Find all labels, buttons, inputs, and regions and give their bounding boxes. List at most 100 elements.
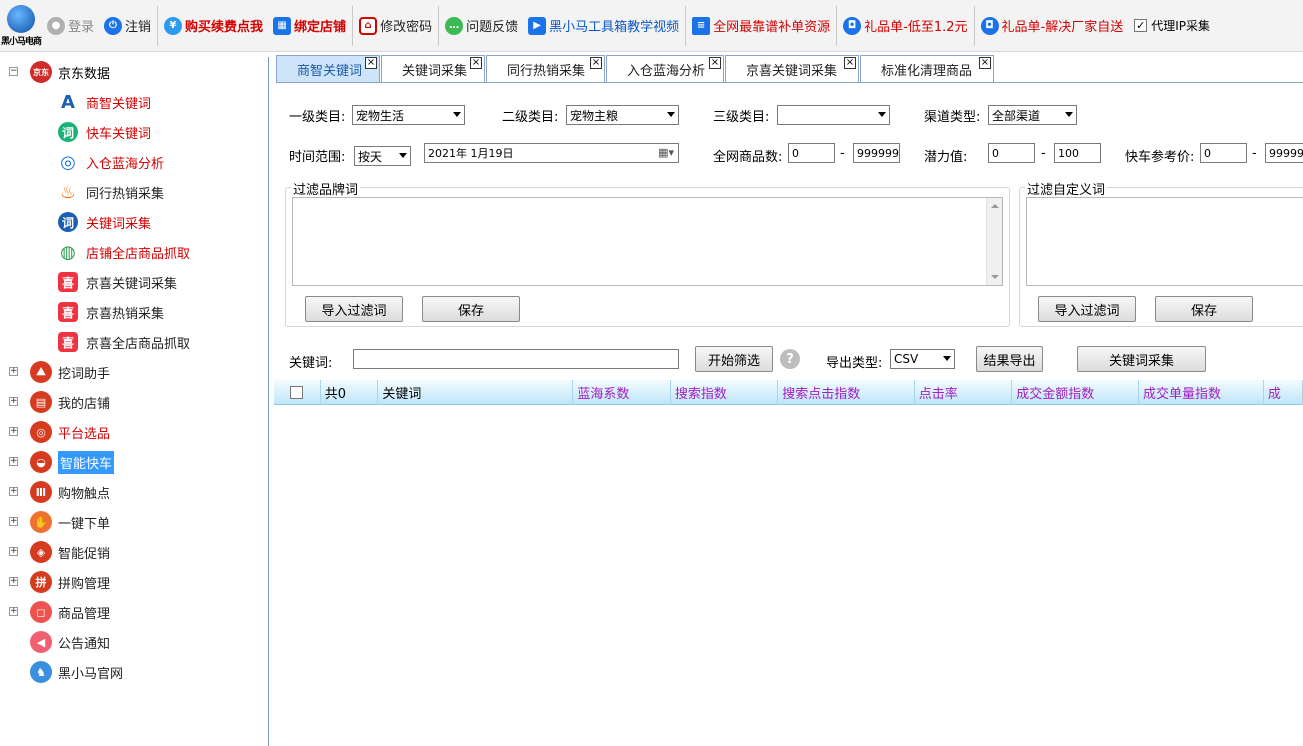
proxy-ip-checkbox[interactable]: ✓: [1134, 19, 1148, 32]
tutorial-video-button[interactable]: ▶ 黑小马工具箱教学视频: [523, 6, 684, 46]
level3-category-label: 三级类目:: [713, 110, 770, 125]
tree-item-globe[interactable]: ◍ 店铺全店商品抓取: [58, 239, 190, 265]
tree-node-shovel[interactable]: + ⛰ 挖词助手: [9, 359, 110, 385]
tree-node-bars[interactable]: + Ⅲ 购物触点: [9, 479, 110, 505]
custom-import-button[interactable]: 导入过滤词: [1038, 296, 1136, 322]
gift-icon: ◘: [980, 16, 999, 35]
column-header[interactable]: 搜索指数: [671, 380, 779, 405]
close-icon[interactable]: ×: [470, 57, 482, 69]
expand-toggle[interactable]: +: [9, 487, 18, 496]
brand-import-button[interactable]: 导入过滤词: [305, 296, 403, 322]
level1-category-select[interactable]: 宠物生活: [352, 105, 465, 125]
expand-toggle[interactable]: +: [9, 397, 18, 406]
tree-item-keyword[interactable]: 词快车关键词: [58, 119, 151, 145]
goods-max-input[interactable]: 9999999: [853, 143, 900, 163]
close-icon[interactable]: ×: [365, 57, 377, 69]
tab-3[interactable]: 入仓蓝海分析 ×: [606, 55, 724, 83]
tree-node-hand[interactable]: + ✋ 一键下单: [9, 509, 110, 535]
proxy-ip-toggle[interactable]: ✓ 代理IP采集: [1134, 17, 1210, 34]
logout-button[interactable]: ⏻ 注销: [99, 6, 156, 46]
column-header[interactable]: 蓝海系数: [573, 380, 671, 405]
expand-toggle[interactable]: +: [9, 547, 18, 556]
expand-toggle[interactable]: +: [9, 367, 18, 376]
tab-1[interactable]: 关键词采集 ×: [381, 55, 485, 83]
expand-toggle[interactable]: +: [9, 517, 18, 526]
bind-store-button[interactable]: ▦ 绑定店铺: [268, 6, 351, 46]
tab-2[interactable]: 同行热销采集 ×: [486, 55, 605, 83]
start-filter-button[interactable]: 开始筛选: [695, 346, 773, 372]
tree-node-car[interactable]: + ◒ 智能快车: [9, 449, 115, 475]
close-icon[interactable]: ×: [709, 57, 721, 69]
expand-toggle[interactable]: +: [9, 457, 18, 466]
custom-save-button[interactable]: 保存: [1155, 296, 1253, 322]
tree-node-search-circle[interactable]: + ◎ 平台选品: [9, 419, 110, 445]
close-icon[interactable]: ×: [979, 57, 991, 69]
scroll-up-icon[interactable]: [991, 204, 999, 208]
close-icon[interactable]: ×: [844, 57, 856, 69]
tree-node-bag[interactable]: + ◻ 商品管理: [9, 599, 110, 625]
tree-node-jd-data[interactable]: − 京东 京东数据: [9, 59, 110, 85]
brand-filter-textarea[interactable]: [292, 197, 1003, 286]
tree-item-text-aa[interactable]: A 商智关键词: [58, 89, 151, 115]
tree-item-jingxi[interactable]: 喜京喜热销采集: [58, 299, 164, 325]
order-resource-button[interactable]: ≡ 全网最靠谱补单资源: [687, 6, 835, 46]
tree-node-tag[interactable]: + ◈ 智能促销: [9, 539, 110, 565]
tab-4[interactable]: 京喜关键词采集 ×: [725, 55, 859, 83]
level2-category-select[interactable]: 宠物主粮: [566, 105, 679, 125]
brand-save-button[interactable]: 保存: [422, 296, 520, 322]
column-header[interactable]: 成: [1264, 380, 1303, 405]
column-header[interactable]: 成交单量指数: [1139, 380, 1264, 405]
column-header[interactable]: 关键词: [378, 380, 574, 405]
feedback-button[interactable]: … 问题反馈: [440, 6, 523, 46]
price-min-input[interactable]: 0: [1200, 143, 1247, 163]
result-grid-header: 共0 关键词 蓝海系数 搜索指数 搜索点击指数 点击率 成交金额指数 成交单量指数成: [274, 380, 1303, 405]
tab-5[interactable]: 标准化清理商品 ×: [860, 55, 994, 83]
keyword-input[interactable]: [353, 349, 679, 369]
toolbar-divider: [352, 5, 354, 46]
login-button[interactable]: ● 登录: [42, 6, 99, 46]
tree-item-target[interactable]: ◎ 入仓蓝海分析: [58, 149, 164, 175]
tree-item-flame[interactable]: ♨ 同行热销采集: [58, 179, 164, 205]
gift-order-cheap-button[interactable]: ◘ 礼品单-低至1.2元: [838, 6, 972, 46]
column-header[interactable]: 点击率: [915, 380, 1013, 405]
calendar-icon[interactable]: ▦▾: [658, 146, 674, 159]
help-icon[interactable]: ?: [780, 349, 800, 369]
custom-filter-textarea[interactable]: [1026, 197, 1303, 286]
scrollbar[interactable]: [986, 198, 1002, 285]
tree-node-shop[interactable]: + ▤ 我的店铺: [9, 389, 110, 415]
expand-toggle[interactable]: +: [9, 577, 18, 586]
gift-order-factory-button[interactable]: ◘ 礼品单-解决厂家自送: [976, 6, 1129, 46]
tree-node-horse[interactable]: ♞ 黑小马官网: [30, 659, 123, 685]
renew-button[interactable]: ¥ 购买续费点我: [159, 6, 268, 46]
level3-category-select[interactable]: [777, 105, 890, 125]
export-type-select[interactable]: CSV: [890, 349, 955, 369]
goods-min-input[interactable]: 0: [788, 143, 835, 163]
tab-strip-border: [276, 82, 1303, 83]
export-result-button[interactable]: 结果导出: [976, 346, 1043, 372]
tree-node-group-buy[interactable]: + 拼拼购管理: [9, 569, 110, 595]
potential-min-input[interactable]: 0: [988, 143, 1035, 163]
potential-max-input[interactable]: 100: [1054, 143, 1101, 163]
keyword-collect-button[interactable]: 关键词采集: [1077, 346, 1206, 372]
column-header[interactable]: 成交金额指数: [1012, 380, 1140, 405]
tree-node-speaker[interactable]: ◀ 公告通知: [30, 629, 110, 655]
tab-label: 入仓蓝海分析: [627, 64, 706, 79]
time-unit-select[interactable]: 按天: [354, 146, 411, 166]
tree-item-jingxi[interactable]: 喜京喜关键词采集: [58, 269, 177, 295]
tree-item-keyword-search[interactable]: 词关键词采集: [58, 209, 151, 235]
scroll-down-icon[interactable]: [991, 275, 999, 279]
expand-toggle[interactable]: +: [9, 607, 18, 616]
tree-item-jingxi[interactable]: 喜京喜全店商品抓取: [58, 329, 190, 355]
main-toolbar: 黑小马电商 ● 登录 ⏻ 注销 ¥ 购买续费点我 ▦ 绑定店铺 ⌂ 修改密码 ……: [0, 0, 1303, 52]
column-header[interactable]: 搜索点击指数: [778, 380, 915, 405]
collapse-toggle[interactable]: −: [9, 67, 18, 76]
change-password-button[interactable]: ⌂ 修改密码: [354, 6, 437, 46]
date-picker[interactable]: 2021年 1月19日 ▦▾: [424, 143, 679, 163]
close-icon[interactable]: ×: [590, 57, 602, 69]
car-icon: ◒: [30, 451, 52, 473]
channel-type-select[interactable]: 全部渠道: [988, 105, 1077, 125]
tab-0[interactable]: 商智关键词 ×: [276, 55, 380, 83]
price-max-input[interactable]: 99999: [1265, 143, 1303, 163]
select-all-checkbox[interactable]: [290, 386, 304, 399]
expand-toggle[interactable]: +: [9, 427, 18, 436]
